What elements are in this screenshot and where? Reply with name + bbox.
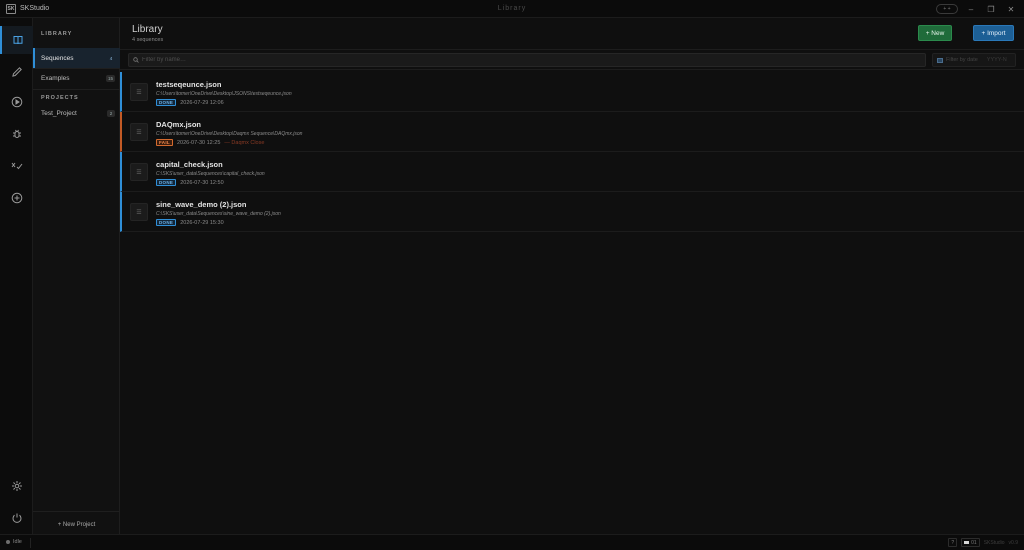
status-text: Idle <box>13 539 22 545</box>
close-button[interactable]: ✕ <box>1004 3 1018 15</box>
sidebar-item-label: Sequences <box>41 54 74 62</box>
sequence-row[interactable]: ☰ capital_check.json C:\SKS\user_data\Se… <box>120 152 1024 192</box>
status-badge: DONE <box>156 179 177 186</box>
help-button[interactable]: ? <box>948 538 958 547</box>
status-badge: DONE <box>156 99 177 106</box>
file-date: 2026-07-29 15:30 <box>180 219 224 226</box>
panel-icon <box>964 541 970 544</box>
new-project-button[interactable]: + New Project <box>33 522 120 528</box>
panel-count: 01 <box>971 539 977 546</box>
file-meta: FAIL 2026-07-30 12:25 — Daqmx Close <box>156 139 264 146</box>
calendar-icon <box>937 57 943 63</box>
rail-editor-button[interactable] <box>0 58 33 86</box>
restore-button[interactable]: ❐ <box>984 3 998 15</box>
search-icon <box>133 57 139 63</box>
file-path: C:\Users\tomer\OneDrive\Desktop\Daqmx Se… <box>156 131 303 137</box>
icon-rail <box>0 18 33 534</box>
sidebar-divider <box>33 511 120 512</box>
app-logo-icon: SK <box>6 3 16 14</box>
file-name: capital_check.json <box>156 160 223 169</box>
file-path: C:\SKS\user_data\Sequences\capital_check… <box>156 171 265 177</box>
pencil-icon <box>11 67 22 77</box>
status-indicator: Idle <box>6 539 22 545</box>
search-box <box>128 53 926 67</box>
bug-icon <box>12 129 21 138</box>
power-icon <box>12 513 21 523</box>
sidebar: LIBRARY Sequences 4 Examples 15 PROJECTS… <box>33 18 120 534</box>
file-path: C:\SKS\user_data\Sequences\sine_wave_dem… <box>156 211 281 217</box>
window-title: Library <box>497 5 527 12</box>
file-meta: DONE 2026-07-29 12:06 <box>156 99 224 106</box>
book-icon <box>13 36 22 45</box>
sequence-row[interactable]: ☰ testseqeunce.json C:\Users\tomer\OneDr… <box>120 72 1024 112</box>
file-meta: DONE 2026-07-29 15:30 <box>156 219 224 226</box>
sidebar-item-examples[interactable]: Examples 15 <box>33 68 120 88</box>
file-date: 2026-07-29 12:06 <box>180 99 224 106</box>
title-bar: SK SKStudio Library + + – ❐ ✕ <box>0 0 1024 18</box>
app-name: SKStudio <box>20 5 50 12</box>
play-icon <box>11 96 22 108</box>
search-input[interactable] <box>142 57 902 63</box>
file-icon: ☰ <box>130 163 148 181</box>
new-button[interactable]: + New <box>918 25 952 41</box>
status-badge: FAIL <box>156 139 173 146</box>
plus-circle-icon <box>11 192 22 204</box>
file-icon: ☰ <box>130 123 148 141</box>
library-heading: LIBRARY <box>41 31 73 37</box>
status-badge: DONE <box>156 219 177 226</box>
date-format-hint: YYYY-N <box>986 57 1007 63</box>
sidebar-item-count: 2 <box>107 109 115 117</box>
rail-run-button[interactable] <box>0 88 33 116</box>
layout-toggle-button[interactable]: + + <box>936 4 958 14</box>
file-meta: DONE 2026-07-30 12:50 <box>156 179 224 186</box>
status-dot-icon <box>6 540 10 544</box>
file-date: 2026-07-30 12:25 <box>176 139 221 146</box>
minimize-button[interactable]: – <box>964 3 978 15</box>
page-title: Library <box>132 24 163 35</box>
sidebar-item-label: Examples <box>41 74 70 82</box>
panel-toggle-button[interactable]: 01 <box>961 538 980 547</box>
sidebar-item-count: 15 <box>105 74 115 82</box>
projects-heading: PROJECTS <box>41 95 79 101</box>
date-filter-label: Filter by date <box>946 57 978 63</box>
file-name: DAQmx.json <box>156 120 202 129</box>
library-header: Library 4 sequences + New + Import <box>120 18 1024 50</box>
rail-test-button[interactable] <box>0 152 33 180</box>
import-button[interactable]: + Import <box>973 25 1014 41</box>
sequence-row[interactable]: ☰ DAQmx.json C:\Users\tomer\OneDrive\Des… <box>120 112 1024 152</box>
sidebar-divider <box>33 89 120 90</box>
file-date: 2026-07-30 12:50 <box>180 179 224 186</box>
fail-note: — Daqmx Close <box>224 139 265 146</box>
rail-add-button[interactable] <box>0 184 33 212</box>
file-path: C:\Users\tomer\OneDrive\Desktop\JSONS\te… <box>156 91 292 97</box>
status-divider <box>30 538 31 548</box>
sidebar-item-count: 4 <box>109 55 113 61</box>
sidebar-item-label: Test_Project <box>41 109 77 117</box>
rail-debug-button[interactable] <box>0 120 33 148</box>
gear-icon <box>11 481 22 491</box>
file-icon: ☰ <box>130 203 148 221</box>
test-check-icon <box>11 162 22 170</box>
rail-power-button[interactable] <box>0 504 33 532</box>
main-panel: Library 4 sequences + New + Import Filte… <box>120 18 1024 534</box>
status-version: v0.9 <box>1008 539 1018 546</box>
sidebar-item-sequences[interactable]: Sequences 4 <box>33 48 120 68</box>
date-filter[interactable]: Filter by date YYYY-N <box>932 53 1016 67</box>
sequence-count: 4 sequences <box>132 37 164 43</box>
status-bar: Idle ? 01 SKStudio v0.9 <box>0 534 1024 550</box>
rail-library-button[interactable] <box>0 26 33 54</box>
window-controls: + + – ❐ ✕ <box>936 3 1018 15</box>
status-right: ? 01 SKStudio v0.9 <box>948 538 1018 547</box>
file-icon: ☰ <box>130 83 148 101</box>
rail-settings-button[interactable] <box>0 472 33 500</box>
status-app-name: SKStudio <box>983 539 1005 546</box>
file-name: testseqeunce.json <box>156 80 222 89</box>
sidebar-item-test-project[interactable]: Test_Project 2 <box>33 103 120 123</box>
sequence-row[interactable]: ☰ sine_wave_demo (2).json C:\SKS\user_da… <box>120 192 1024 232</box>
file-name: sine_wave_demo (2).json <box>156 200 247 209</box>
filter-bar: Filter by date YYYY-N <box>120 50 1024 70</box>
sequence-list: ☰ testseqeunce.json C:\Users\tomer\OneDr… <box>120 72 1024 232</box>
